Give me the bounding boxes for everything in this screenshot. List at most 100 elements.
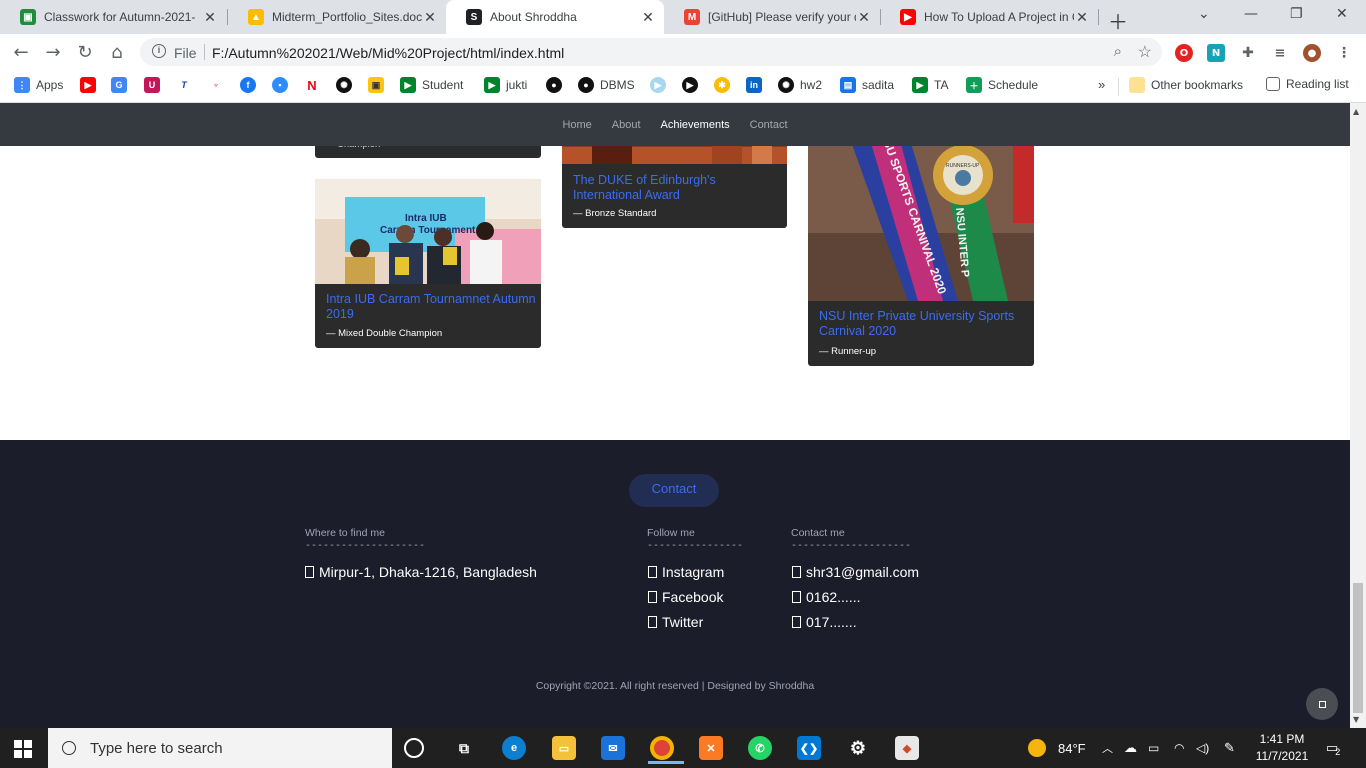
bookmark-jukti[interactable]: ▶ jukti xyxy=(484,77,527,93)
bookmark-apps[interactable]: ⋮ Apps xyxy=(14,77,63,93)
chrome-icon[interactable] xyxy=(648,736,684,764)
social-instagram-link[interactable]: Instagram xyxy=(648,564,724,580)
bookmark-scanner[interactable]: ▣ xyxy=(368,77,390,93)
bookmark-typing[interactable]: T xyxy=(176,77,198,93)
window-close-button[interactable]: ✕ xyxy=(1336,6,1348,22)
contact-email[interactable]: shr31@gmail.com xyxy=(792,564,919,580)
card-title[interactable]: Intra IUB Carram Tournamnet Autumn 2019 xyxy=(326,292,536,322)
forward-button[interactable]: → xyxy=(42,42,64,63)
url-text[interactable]: F:/Autumn%202021/Web/Mid%20Project/html/… xyxy=(212,45,564,61)
close-icon[interactable]: ✕ xyxy=(856,9,872,26)
notion-extension-icon[interactable]: N xyxy=(1207,44,1225,62)
close-icon[interactable]: ✕ xyxy=(422,9,438,26)
whatsapp-icon[interactable]: ✆ xyxy=(748,736,772,760)
info-icon[interactable]: i xyxy=(152,44,166,58)
extensions-puzzle-icon[interactable]: ✚ xyxy=(1239,44,1257,62)
bookmark-student[interactable]: ▶ Student xyxy=(400,77,463,93)
bookmark-pinwheel[interactable]: ✱ xyxy=(714,77,736,93)
nav-about[interactable]: About xyxy=(602,119,651,131)
close-icon[interactable]: ✕ xyxy=(202,9,218,26)
weather-widget[interactable]: 84°F xyxy=(1028,728,1086,768)
bookmark-uva[interactable]: U xyxy=(144,77,166,93)
minimize-button[interactable]: — xyxy=(1244,6,1258,22)
tab-github-verify[interactable]: M [GitHub] Please verify your d ✕ xyxy=(664,0,880,34)
bookmark-github[interactable]: ● xyxy=(546,77,568,93)
scrollbar-thumb[interactable] xyxy=(1353,583,1363,713)
reload-button[interactable]: ↻ xyxy=(74,42,96,63)
battery-icon[interactable]: ▭ xyxy=(1148,728,1159,768)
taskbar-search-box[interactable]: Type here to search xyxy=(48,728,392,768)
social-twitter-link[interactable]: Twitter xyxy=(648,614,703,630)
search-icon[interactable]: ⌕ xyxy=(1114,43,1122,60)
bookmarks-bar: ⋮ Apps ▶ G U T ♆ f ▪ N ✺ ▣ ▶ Student ▶ jukt… xyxy=(0,70,1366,103)
page-scrollbar[interactable]: ▲ ▼ xyxy=(1350,103,1366,728)
show-hidden-icons-button[interactable]: ︿ xyxy=(1102,728,1113,768)
tab-midterm-doc[interactable]: ▲ Midterm_Portfolio_Sites.docx ✕ xyxy=(228,0,446,34)
bookmark-ta[interactable]: ▶ TA xyxy=(912,77,948,93)
cortana-icon[interactable] xyxy=(404,738,424,758)
menu-kebab-icon[interactable]: ⋮ xyxy=(1335,44,1353,62)
bookmark-youtube[interactable]: ▶ xyxy=(80,77,102,93)
edge-icon[interactable]: e xyxy=(502,736,526,760)
opera-extension-icon[interactable]: O xyxy=(1175,44,1193,62)
settings-icon[interactable]: ⚙ xyxy=(846,736,870,760)
tab-youtube-upload[interactable]: ▶ How To Upload A Project in G ✕ xyxy=(880,0,1098,34)
mail-icon[interactable]: ✉ xyxy=(601,736,625,760)
task-view-icon[interactable]: ⧉ xyxy=(452,736,476,760)
other-bookmarks[interactable]: Other bookmarks xyxy=(1129,77,1243,93)
file-explorer-icon[interactable]: ▭ xyxy=(552,736,576,760)
bookmark-play[interactable]: ▶ xyxy=(682,77,704,93)
nav-achievements[interactable]: Achievements xyxy=(651,119,740,131)
contact-phone-2[interactable]: 017....... xyxy=(792,614,857,630)
bookmark-hackerrank[interactable]: ♆ xyxy=(208,77,230,93)
social-facebook-link[interactable]: Facebook xyxy=(648,589,723,605)
address-bar[interactable]: i File F:/Autumn%202021/Web/Mid%20Projec… xyxy=(140,38,1162,66)
tab-classwork[interactable]: ▣ Classwork for Autumn-2021- ✕ xyxy=(0,0,226,34)
scroll-down-icon[interactable]: ▼ xyxy=(1353,715,1359,724)
bookmarks-overflow-button[interactable]: » xyxy=(1098,77,1105,92)
bookmark-linkedin[interactable]: in xyxy=(746,77,768,93)
contact-button[interactable]: Contact xyxy=(629,474,719,507)
tab-search-chevron-icon[interactable]: ⌄ xyxy=(1198,6,1210,22)
tab-about-shroddha[interactable]: S About Shroddha ✕ xyxy=(446,0,664,34)
back-to-top-button[interactable] xyxy=(1306,688,1338,720)
windows-start-button[interactable] xyxy=(14,740,32,758)
pen-icon[interactable]: ✎ xyxy=(1224,728,1235,768)
bookmark-openai[interactable]: ✺ xyxy=(336,77,358,93)
new-tab-button[interactable]: ＋ xyxy=(1108,6,1128,35)
wifi-icon[interactable]: ◠ xyxy=(1174,728,1184,768)
scroll-up-icon[interactable]: ▲ xyxy=(1353,107,1359,116)
restore-button[interactable]: ❐ xyxy=(1290,6,1303,22)
media-control-icon[interactable]: ≡ xyxy=(1271,44,1289,62)
system-clock[interactable]: 1:41 PM 11/7/2021 xyxy=(1250,731,1314,765)
nav-home[interactable]: Home xyxy=(552,119,601,131)
nav-contact[interactable]: Contact xyxy=(740,119,798,131)
profile-avatar[interactable]: ● xyxy=(1303,44,1321,62)
card-title[interactable]: NSU Inter Private University Sports Carn… xyxy=(819,309,1024,339)
where-to-find-title: Where to find me xyxy=(305,527,385,539)
contact-phone-1[interactable]: 0162...... xyxy=(792,589,860,605)
vscode-icon[interactable]: ❮❯ xyxy=(797,736,821,760)
card-title[interactable]: The DUKE of Edinburgh's International Aw… xyxy=(573,173,778,203)
back-button[interactable]: ← xyxy=(10,42,32,63)
bookmark-hw2[interactable]: ✺ hw2 xyxy=(778,77,822,93)
close-icon[interactable]: ✕ xyxy=(640,9,656,26)
reading-list[interactable]: Reading list xyxy=(1266,77,1349,91)
bookmark-sadita[interactable]: ▤ sadita xyxy=(840,77,894,93)
xampp-icon[interactable]: ✕ xyxy=(699,736,723,760)
bookmark-facebook[interactable]: f xyxy=(240,77,262,93)
bookmark-circle-play[interactable]: ▶ xyxy=(650,77,672,93)
onedrive-icon[interactable]: ☁ xyxy=(1124,728,1137,768)
close-icon[interactable]: ✕ xyxy=(1074,9,1090,26)
bookmark-translate[interactable]: G xyxy=(111,77,133,93)
volume-icon[interactable]: ◁) xyxy=(1196,728,1209,768)
git-icon[interactable]: ◆ xyxy=(895,736,919,760)
home-button[interactable]: ⌂ xyxy=(106,42,128,63)
bookmark-dbms[interactable]: ● DBMS xyxy=(578,77,635,93)
bookmark-star-icon[interactable]: ☆ xyxy=(1138,42,1152,62)
notifications-button[interactable]: ▭ 2 xyxy=(1326,728,1340,768)
follow-me-title: Follow me xyxy=(647,527,695,539)
bookmark-schedule[interactable]: ＋ Schedule xyxy=(966,77,1038,93)
bookmark-netflix[interactable]: N xyxy=(304,77,326,93)
bookmark-zoom[interactable]: ▪ xyxy=(272,77,294,93)
